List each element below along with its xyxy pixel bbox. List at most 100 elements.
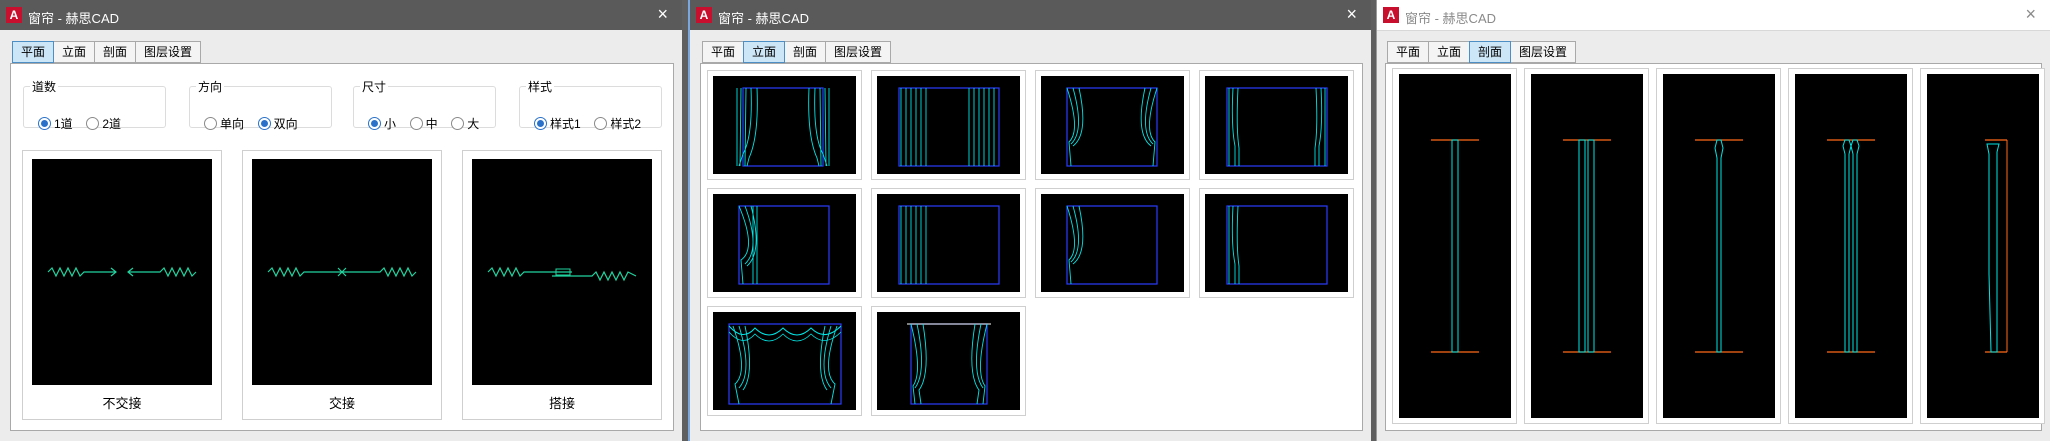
tab-bar: 平面 立面 剖面 图层设置 [12, 41, 202, 63]
elevation-preview [1041, 194, 1184, 292]
section-preview [1663, 74, 1775, 418]
tab-section[interactable]: 剖面 [94, 41, 137, 63]
group-style-label: 样式 [528, 80, 553, 94]
close-button[interactable]: × [1346, 4, 1357, 25]
elevation-preview [877, 312, 1020, 410]
preview-joint[interactable]: 交接 [242, 150, 442, 420]
group-size-label: 尺寸 [362, 80, 387, 94]
elevation-thumb[interactable] [1199, 70, 1354, 180]
radio-label: 样式2 [610, 117, 641, 131]
tab-layer-settings[interactable]: 图层设置 [1510, 41, 1577, 63]
radio-size-large[interactable]: 大 [451, 115, 479, 132]
radio-label: 2道 [102, 117, 121, 131]
elevation-thumb[interactable] [707, 306, 862, 416]
elevation-thumb[interactable] [1199, 188, 1354, 298]
elevation-preview [877, 76, 1020, 174]
curtain-plan-symbol-icon [47, 266, 197, 278]
tab-section[interactable]: 剖面 [1469, 41, 1512, 63]
window-title: 窗帘 - 赫思CAD [718, 11, 810, 26]
curtain-elevation-icon [738, 205, 830, 285]
radio-dot[interactable] [534, 117, 547, 130]
radio-dot[interactable] [451, 117, 465, 130]
preview-overlap[interactable]: 搭接 [462, 150, 662, 420]
window-section: A 窗帘 - 赫思CAD × 平面 立面 剖面 图层设置 [1376, 0, 2050, 441]
title-bar[interactable]: A 窗帘 - 赫思CAD × [0, 0, 682, 30]
radio-dot[interactable] [594, 117, 608, 130]
radio-label: 单向 [220, 117, 245, 131]
radio-label: 小 [384, 117, 397, 131]
tab-layer-settings[interactable]: 图层设置 [825, 41, 892, 63]
section-thumb[interactable] [1524, 68, 1649, 424]
title-bar[interactable]: A 窗帘 - 赫思CAD × [690, 0, 1371, 30]
preview-canvas [32, 159, 212, 385]
curtain-elevation-icon [898, 87, 1000, 167]
radio-dot[interactable] [86, 117, 100, 130]
section-thumb[interactable] [1788, 68, 1913, 424]
app-logo-icon: A [696, 7, 712, 23]
curtain-plan-symbol-icon [487, 266, 637, 282]
elevation-preview [877, 194, 1020, 292]
section-thumb[interactable] [1392, 68, 1517, 424]
curtain-elevation-icon [907, 323, 991, 405]
preview-no-joint[interactable]: 不交接 [22, 150, 222, 420]
close-button[interactable]: × [2025, 4, 2036, 25]
elevation-preview [713, 194, 856, 292]
tab-bar: 平面 立面 剖面 图层设置 [702, 41, 892, 63]
radio-style-1[interactable]: 样式1 [534, 115, 581, 132]
radio-count-1[interactable]: 1道 [38, 115, 73, 132]
elevation-thumb[interactable] [871, 306, 1026, 416]
curtain-section-icon [1985, 139, 2008, 353]
section-preview [1399, 74, 1511, 418]
elevation-thumb[interactable] [871, 70, 1026, 180]
elevation-preview [1205, 194, 1348, 292]
tab-section[interactable]: 剖面 [784, 41, 827, 63]
radio-label: 中 [425, 117, 438, 131]
tab-layer-settings[interactable]: 图层设置 [135, 41, 202, 63]
preview-canvas [472, 159, 652, 385]
section-preview [1531, 74, 1643, 418]
elevation-thumb[interactable] [1035, 70, 1190, 180]
curtain-section-icon [1695, 139, 1743, 353]
elevation-thumb[interactable] [871, 188, 1026, 298]
tab-elevation[interactable]: 立面 [743, 41, 786, 63]
section-thumb[interactable] [1920, 68, 2045, 424]
radio-dot[interactable] [257, 117, 271, 130]
radio-dot[interactable] [204, 117, 217, 130]
radio-single-direction[interactable]: 单向 [204, 115, 244, 132]
preview-caption: 不交接 [102, 396, 142, 411]
curtain-elevation-icon [1226, 205, 1328, 285]
radio-label: 样式1 [550, 117, 581, 131]
curtain-elevation-icon [1226, 87, 1328, 167]
section-thumb[interactable] [1656, 68, 1781, 424]
curtain-elevation-icon [898, 205, 1000, 285]
radio-size-medium[interactable]: 中 [409, 115, 438, 132]
radio-style-2[interactable]: 样式2 [594, 115, 641, 132]
elevation-thumb[interactable] [707, 70, 862, 180]
section-preview [1795, 74, 1907, 418]
tab-plan[interactable]: 平面 [12, 41, 55, 63]
radio-double-direction[interactable]: 双向 [257, 115, 298, 132]
radio-size-small[interactable]: 小 [368, 115, 396, 132]
curtain-plan-symbol-icon [267, 266, 417, 278]
section-preview [1927, 74, 2039, 418]
title-bar[interactable]: A 窗帘 - 赫思CAD × [1377, 0, 2050, 31]
radio-label: 双向 [273, 117, 298, 131]
elevation-thumb[interactable] [707, 188, 862, 298]
radio-dot[interactable] [368, 117, 381, 130]
elevation-preview [713, 76, 856, 174]
preview-canvas [252, 159, 432, 385]
elevation-preview [1205, 76, 1348, 174]
curtain-section-icon [1827, 139, 1875, 353]
elevation-thumb[interactable] [1035, 188, 1190, 298]
tab-elevation[interactable]: 立面 [1428, 41, 1471, 63]
elevation-gallery [700, 63, 1363, 431]
radio-count-2[interactable]: 2道 [86, 115, 121, 132]
radio-dot[interactable] [409, 117, 423, 130]
tab-elevation[interactable]: 立面 [53, 41, 96, 63]
tab-plan[interactable]: 平面 [702, 41, 745, 63]
curtain-elevation-icon [1066, 205, 1158, 285]
close-button[interactable]: × [657, 4, 668, 25]
tab-plan[interactable]: 平面 [1387, 41, 1430, 63]
curtain-section-icon [1563, 139, 1611, 353]
radio-dot[interactable] [38, 117, 51, 130]
